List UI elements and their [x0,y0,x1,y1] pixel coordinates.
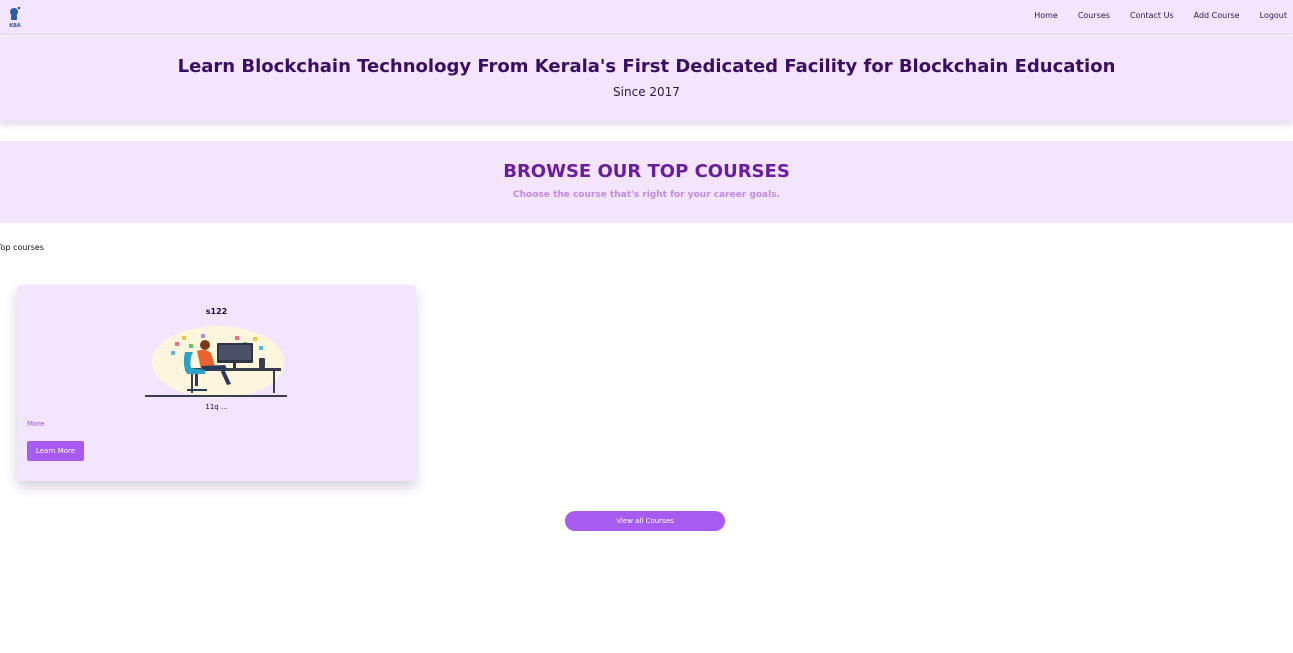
nav-links: Home Courses Contact Us Add Course Logou… [1034,11,1287,21]
course-card: s122 11q ... More Learn More [17,285,416,481]
view-all-courses-button[interactable]: View all Courses [565,511,725,531]
hero-banner: Learn Blockchain Technology From Kerala'… [0,36,1293,121]
course-description: 11q ... [205,403,228,411]
course-more-link[interactable]: More [27,420,44,429]
nav-link-logout[interactable]: Logout [1260,11,1287,21]
kba-logo[interactable]: KBA [4,5,26,29]
nav-link-home[interactable]: Home [1034,11,1058,21]
top-navbar: KBA Home Courses Contact Us Add Course L… [0,0,1293,35]
learn-more-button[interactable]: Learn More [27,441,84,461]
nav-link-add-course[interactable]: Add Course [1194,11,1240,21]
hero-subtitle: Since 2017 [613,85,680,99]
nav-link-contact-us[interactable]: Contact Us [1130,11,1174,21]
browse-subtitle: Choose the course that's right for your … [513,190,780,200]
logo-text: KBA [9,23,21,29]
nav-link-courses[interactable]: Courses [1078,11,1110,21]
browse-courses-banner: BROWSE OUR TOP COURSES Choose the course… [0,141,1293,223]
person-at-computer-illustration [145,326,287,398]
top-courses-label: Top courses [0,243,44,252]
hero-title: Learn Blockchain Technology From Kerala'… [177,56,1116,77]
browse-title: BROWSE OUR TOP COURSES [503,161,790,182]
course-title: s122 [205,307,228,316]
